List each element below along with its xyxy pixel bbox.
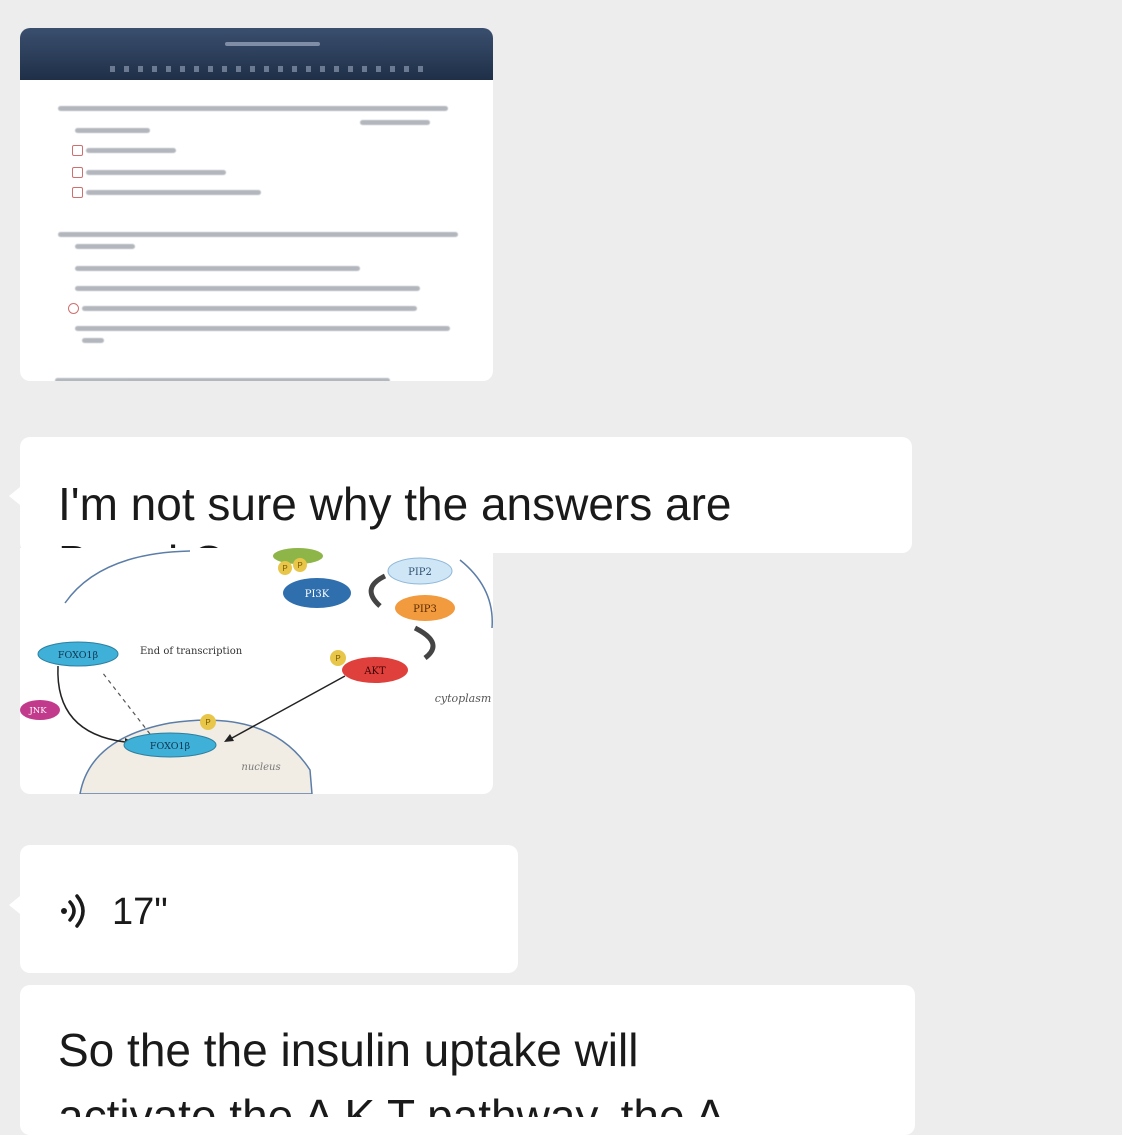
message-text-line1: I'm not sure why the answers are <box>58 478 732 530</box>
pi3k-label: PI3K <box>305 589 330 600</box>
phospho-label: P <box>297 561 302 570</box>
message-bubble-question[interactable]: I'm not sure why the answers are B and C <box>20 437 912 553</box>
end-transcription-label: End of transcription <box>140 646 243 657</box>
screenshot-title-blur <box>225 42 320 46</box>
screenshot-toolbar <box>20 28 493 80</box>
pathway-diagram-svg: P P PI3K PIP2 PIP3 AKT P cytoplasm FOXO1… <box>20 548 493 794</box>
jnk-label: JNK <box>28 706 47 716</box>
bubble-tail <box>9 896 20 914</box>
reply-text-line2: activate the A K T pathway, the A <box>58 1097 725 1117</box>
voice-wave-icon <box>58 891 98 931</box>
screenshot-image-bubble[interactable] <box>20 28 493 381</box>
reply-text-line1: So the the insulin uptake will <box>58 1024 639 1076</box>
pip2-label: PIP2 <box>408 567 432 578</box>
message-bubble-reply[interactable]: So the the insulin uptake will activate … <box>20 985 915 1135</box>
pip3-label: PIP3 <box>413 604 437 615</box>
foxo-top-label: FOXO1β <box>58 650 99 661</box>
pathway-diagram-image[interactable]: P P PI3K PIP2 PIP3 AKT P cytoplasm FOXO1… <box>20 548 493 794</box>
akt-label: AKT <box>363 666 386 677</box>
phospho-label: P <box>282 564 287 573</box>
voice-message-bubble[interactable]: 17" <box>20 845 518 973</box>
foxo-bottom-label: FOXO1β <box>150 741 191 752</box>
voice-duration: 17" <box>112 891 168 933</box>
phospho-label: P <box>335 654 340 663</box>
bubble-tail <box>9 487 20 505</box>
phospho-label: P <box>205 718 210 727</box>
cytoplasm-label: cytoplasm <box>435 692 492 705</box>
screenshot-toolbar-icons <box>110 66 430 72</box>
nucleus-label: nucleus <box>241 762 280 773</box>
